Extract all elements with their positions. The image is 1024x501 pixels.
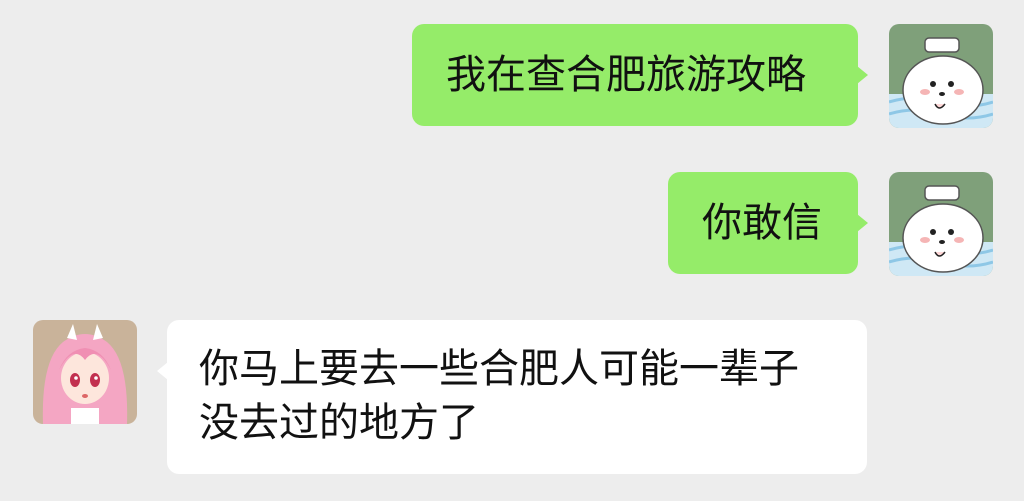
bubble-tail: [157, 362, 168, 380]
message-text-line: 没去过的地方了: [199, 400, 479, 446]
message-bubble-sent[interactable]: 你敢信: [668, 172, 868, 274]
anime-girl-avatar-icon[interactable]: [33, 320, 137, 424]
bubble-tail: [857, 214, 868, 232]
message-text-line: 你马上要去一些合肥人可能一辈子: [199, 346, 799, 392]
message-text: 你敢信: [702, 200, 822, 246]
message-bubble-sent[interactable]: 我在查合肥旅游攻略: [412, 24, 868, 126]
dog-avatar-icon[interactable]: [889, 24, 993, 128]
message-text: 我在查合肥旅游攻略: [446, 52, 806, 98]
chat-screen: { "messages": [ {"direction": "sent", "t…: [0, 0, 1024, 501]
dog-avatar-icon[interactable]: [889, 172, 993, 276]
message-bubble-received[interactable]: 你马上要去一些合肥人可能一辈子 没去过的地方了: [157, 320, 867, 474]
bubble-tail: [857, 66, 868, 84]
